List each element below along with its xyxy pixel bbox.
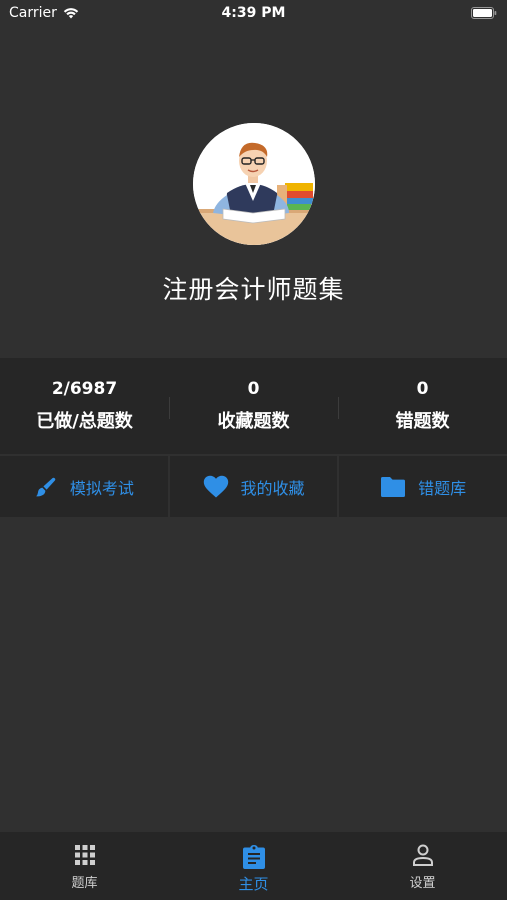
- app-title: 注册会计师题集: [162, 275, 345, 304]
- tab-bar: 题库 主页 设置: [0, 832, 507, 900]
- battery-icon: [471, 7, 497, 19]
- stat-label: 收藏题数: [217, 411, 290, 432]
- tab-settings[interactable]: 设置: [338, 832, 507, 900]
- mock-exam-button[interactable]: 模拟考试: [0, 456, 168, 517]
- action-row: 模拟考试 我的收藏 错题库: [0, 456, 507, 517]
- stat-label: 已做/总题数: [36, 411, 133, 432]
- wrong-questions-button[interactable]: 错题库: [337, 456, 507, 517]
- tab-question-bank[interactable]: 题库: [0, 832, 169, 900]
- status-time: 4:39 PM: [221, 5, 286, 21]
- tab-label: 题库: [71, 876, 98, 891]
- my-favorites-button[interactable]: 我的收藏: [167, 456, 338, 517]
- wrong-questions-label: 错题库: [418, 478, 467, 498]
- my-favorites-label: 我的收藏: [240, 478, 305, 498]
- person-icon: [412, 844, 433, 866]
- tab-home[interactable]: 主页: [169, 832, 338, 900]
- tab-label: 设置: [409, 876, 436, 891]
- stat-value: 0: [416, 379, 429, 399]
- stat-label: 错题数: [395, 411, 450, 432]
- brush-icon: [36, 477, 56, 496]
- folder-icon: [381, 476, 406, 497]
- mock-exam-label: 模拟考试: [69, 478, 134, 498]
- status-bar: Carrier 4:39 PM: [0, 0, 507, 28]
- stat-favorites: 0 收藏题数: [169, 358, 338, 454]
- stat-value: 2/6987: [51, 379, 118, 399]
- student-illustration: [193, 123, 315, 245]
- tab-label: 主页: [238, 875, 269, 893]
- stat-done-total: 2/6987 已做/总题数: [0, 358, 169, 454]
- stat-value: 0: [247, 379, 260, 399]
- heart-icon: [203, 475, 228, 497]
- screen: Carrier 4:39 PM 注册会计师题集 2/6987 已做/总题数 0 …: [0, 0, 507, 900]
- stat-wrong: 0 错题数: [338, 358, 507, 454]
- clipboard-icon: [242, 845, 265, 869]
- stats-panel: 2/6987 已做/总题数 0 收藏题数 0 错题数: [0, 358, 507, 454]
- avatar: [193, 123, 315, 245]
- grid-icon: [74, 845, 95, 865]
